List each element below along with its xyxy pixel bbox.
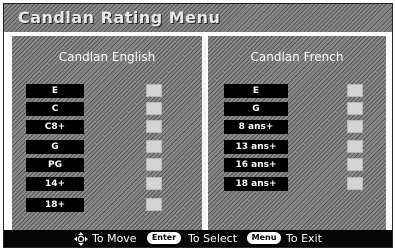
block-checkbox-french-18[interactable] — [347, 177, 363, 190]
rating-english-g[interactable]: G — [26, 140, 84, 154]
rating-english-c8[interactable]: C8+ — [26, 120, 84, 134]
dpad-arrows-icon — [74, 232, 88, 246]
english-header: Candlan English — [58, 50, 156, 64]
block-checkbox-french-8[interactable] — [347, 120, 363, 133]
exit-hint: To Exit — [286, 232, 322, 245]
french-panel: Candlan French E G 8 ans+ 13 ans+ 16 ans… — [208, 36, 386, 230]
rating-french-16[interactable]: 16 ans+ — [224, 158, 288, 172]
block-checkbox-english-c8[interactable] — [146, 120, 162, 133]
block-checkbox-english-c[interactable] — [146, 102, 162, 115]
english-panel: Candlan English E C C8+ G PG 14+ 18+ — [12, 36, 202, 230]
rating-english-18[interactable]: 18+ — [26, 198, 84, 212]
rating-english-c[interactable]: C — [26, 102, 84, 116]
rating-english-14[interactable]: 14+ — [26, 177, 84, 191]
block-checkbox-english-18[interactable] — [146, 198, 162, 211]
block-checkbox-french-13[interactable] — [347, 140, 363, 153]
rating-menu-screen: Candlan Rating Menu Candlan English E C … — [3, 3, 393, 248]
move-hint: To Move — [92, 232, 137, 245]
menu-key-badge: Menu — [247, 232, 281, 244]
block-checkbox-french-e[interactable] — [347, 84, 363, 97]
block-checkbox-english-g[interactable] — [146, 140, 162, 153]
block-checkbox-french-16[interactable] — [347, 158, 363, 171]
rating-english-pg[interactable]: PG — [26, 158, 84, 172]
rating-english-e[interactable]: E — [26, 84, 84, 98]
panel-divider — [203, 40, 206, 224]
menu-title: Candlan Rating Menu — [18, 8, 221, 27]
rating-french-18[interactable]: 18 ans+ — [224, 177, 288, 191]
block-checkbox-french-g[interactable] — [347, 102, 363, 115]
help-footer: To Move Enter To Select Menu To Exit — [4, 230, 392, 247]
block-checkbox-english-pg[interactable] — [146, 158, 162, 171]
select-hint: To Select — [188, 232, 238, 245]
title-bar: Candlan Rating Menu — [4, 4, 392, 32]
enter-key-badge: Enter — [147, 232, 181, 244]
block-checkbox-english-e[interactable] — [146, 84, 162, 97]
rating-french-g[interactable]: G — [224, 102, 288, 116]
rating-french-13[interactable]: 13 ans+ — [224, 140, 288, 154]
french-header: Candlan French — [250, 50, 344, 64]
rating-french-e[interactable]: E — [224, 84, 288, 98]
block-checkbox-english-14[interactable] — [146, 177, 162, 190]
rating-french-8[interactable]: 8 ans+ — [224, 120, 288, 134]
